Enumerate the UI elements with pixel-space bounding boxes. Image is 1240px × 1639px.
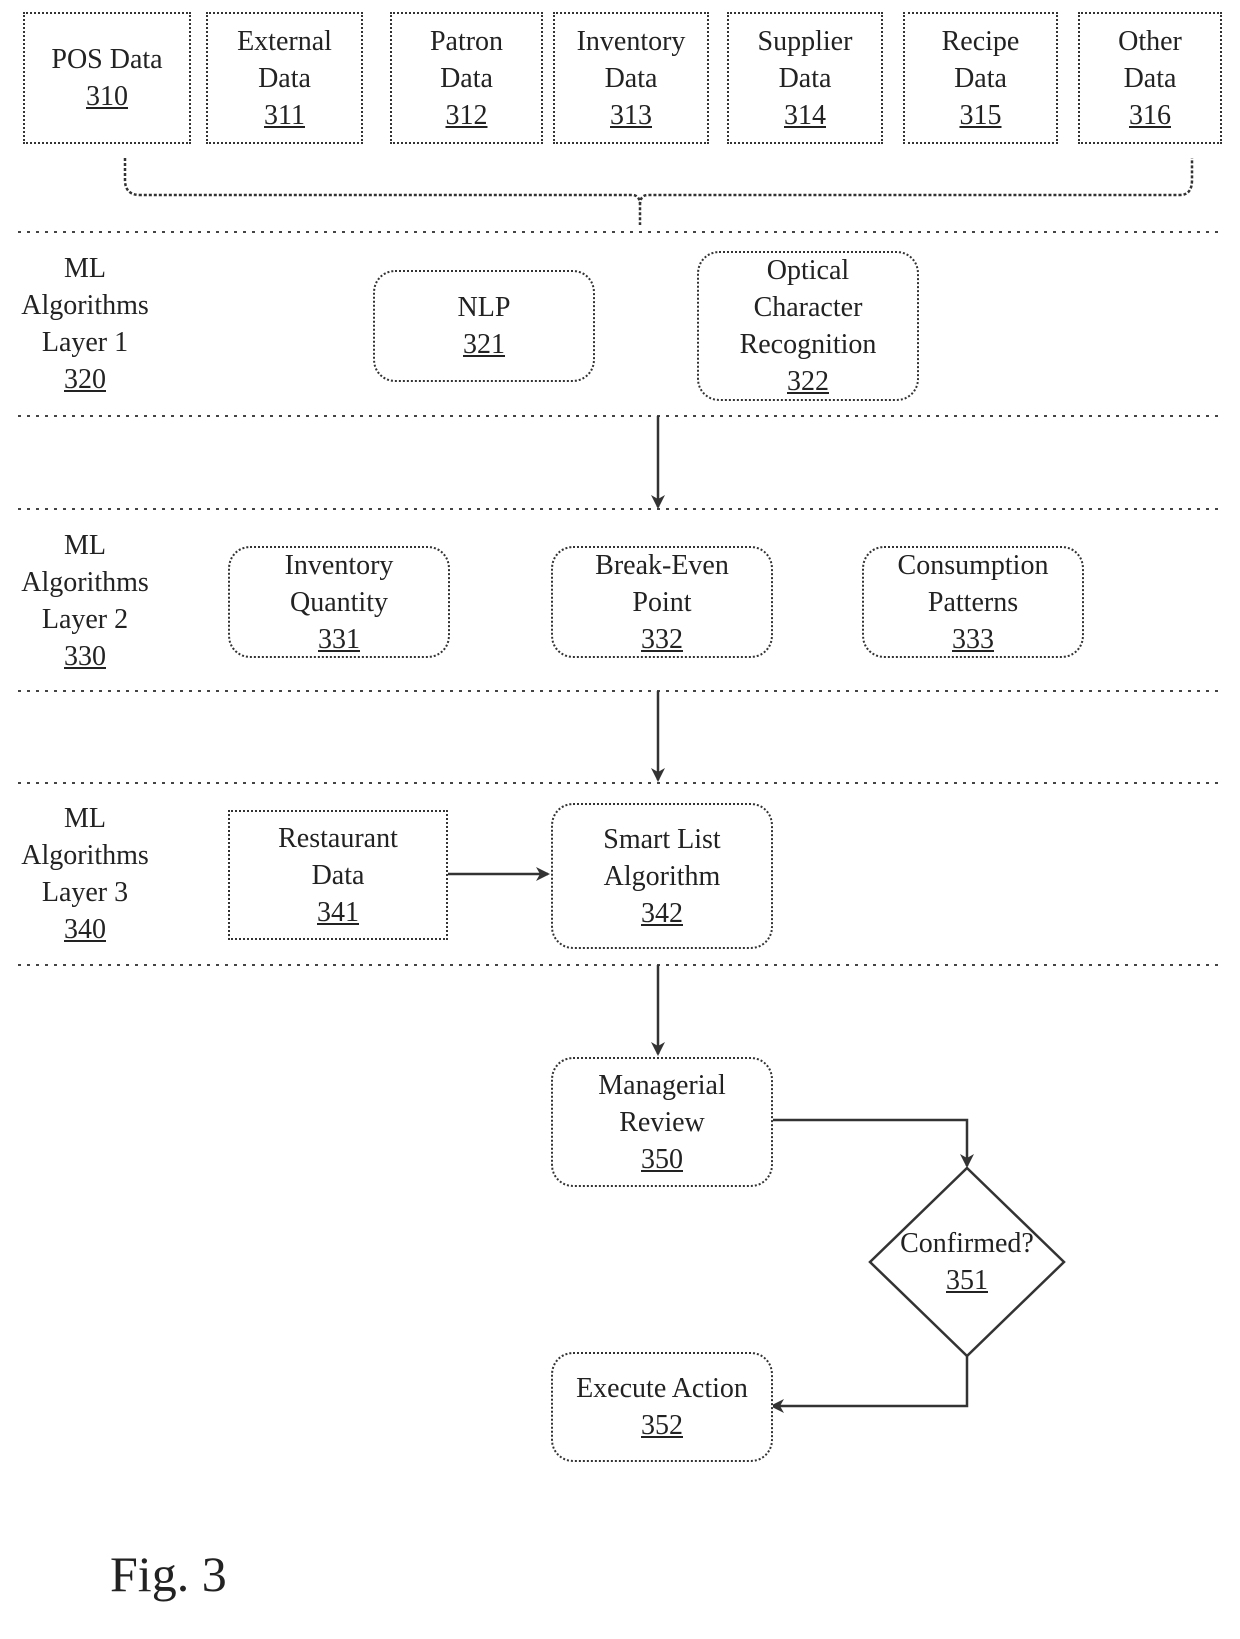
layer-label-line: Algorithms [21,290,149,321]
decision-ref: 351 [946,1265,988,1296]
box-label: Supplier Data [757,25,853,94]
figure-label: Fig. 3 [110,1546,227,1602]
layer-label-line: ML [64,803,106,834]
layer-ref: 340 [64,914,106,945]
box-ref: 311 [264,99,305,131]
supplier-data-box: Supplier Data 314 [727,12,883,144]
smart-list-algorithm-box: Smart List Algorithm 342 [551,803,773,949]
box-ref: 333 [952,623,994,655]
box-ref: 310 [86,81,128,112]
box-ref: 331 [318,623,360,655]
box-ref: 322 [787,366,829,397]
layer-label-line: Layer 1 [41,327,129,358]
box-label: Restaurant [278,822,398,854]
box-label: Review [619,1106,705,1138]
box-label: Consumption [897,549,1049,581]
other-data-box: Other Data 316 [1078,12,1222,144]
ocr-box: Optical Character Recognition 322 [697,251,919,401]
layer-3-label: ML Algorithms Layer 3 340 [0,800,170,948]
layer-label-line: ML [64,530,106,561]
arrow-review-to-confirmed [770,1118,974,1168]
recipe-data-box: Recipe Data 315 [903,12,1058,144]
box-ref: 342 [641,897,683,929]
layer-ref: 330 [64,641,106,672]
box-ref: 316 [1129,99,1171,131]
layer-label-line: ML [64,253,106,284]
box-label: External Data [237,25,332,94]
box-label: Managerial [598,1069,726,1101]
nlp-box: NLP 321 [373,270,595,382]
layer-2-label: ML Algorithms Layer 2 330 [0,527,170,675]
box-label: Algorithm [603,860,721,892]
layer-label-line: Algorithms [21,567,149,598]
box-label: Character [753,292,863,323]
box-label: Recognition [739,329,877,360]
box-ref: 321 [463,329,505,360]
layer-1-label: ML Algorithms Layer 1 320 [0,250,170,398]
layer-label-line: Layer 2 [41,604,129,635]
box-ref: 312 [445,99,488,131]
box-label: Break-Even [595,549,729,581]
box-label: Execute Action [576,1373,748,1404]
box-ref: 341 [317,896,359,928]
confirmed-decision-label: Confirmed? 351 [867,1225,1067,1299]
managerial-review-box: Managerial Review 350 [551,1057,773,1187]
box-label: Patterns [927,586,1019,618]
arrow-confirmed-to-execute [770,1355,969,1413]
box-label: Other Data [1118,25,1182,94]
box-label: Data [311,859,365,891]
box-label: Recipe Data [941,25,1020,94]
box-ref: 332 [641,623,683,655]
box-label: Quantity [290,586,388,618]
box-label: Inventory Data [576,25,686,94]
box-label: Optical [766,255,850,286]
box-label: Patron Data [429,25,504,94]
data-sources-brace [123,158,1194,225]
box-ref: 313 [610,99,652,131]
execute-action-box: Execute Action 352 [551,1352,773,1462]
external-data-box: External Data 311 [206,12,363,144]
box-ref: 314 [784,99,826,131]
box-label: Point [632,586,692,618]
layer-label-line: Layer 3 [41,877,129,908]
box-label: Smart List [603,823,721,855]
decision-label: Confirmed? [900,1228,1034,1259]
box-ref: 315 [959,99,1002,131]
layer-ref: 320 [64,364,106,395]
box-ref: 350 [641,1143,683,1175]
consumption-patterns-box: Consumption Patterns 333 [862,546,1084,658]
inventory-data-box: Inventory Data 313 [553,12,709,144]
pos-data-box: POS Data 310 [23,12,191,144]
layer-label-line: Algorithms [21,840,149,871]
inventory-quantity-box: Inventory Quantity 331 [228,546,450,658]
restaurant-data-box: Restaurant Data 341 [228,810,448,940]
break-even-point-box: Break-Even Point 332 [551,546,773,658]
box-label: POS Data [51,44,163,75]
box-ref: 352 [641,1410,683,1441]
patron-data-box: Patron Data 312 [390,12,543,144]
box-label: Inventory [284,549,394,581]
box-label: NLP [457,292,511,323]
